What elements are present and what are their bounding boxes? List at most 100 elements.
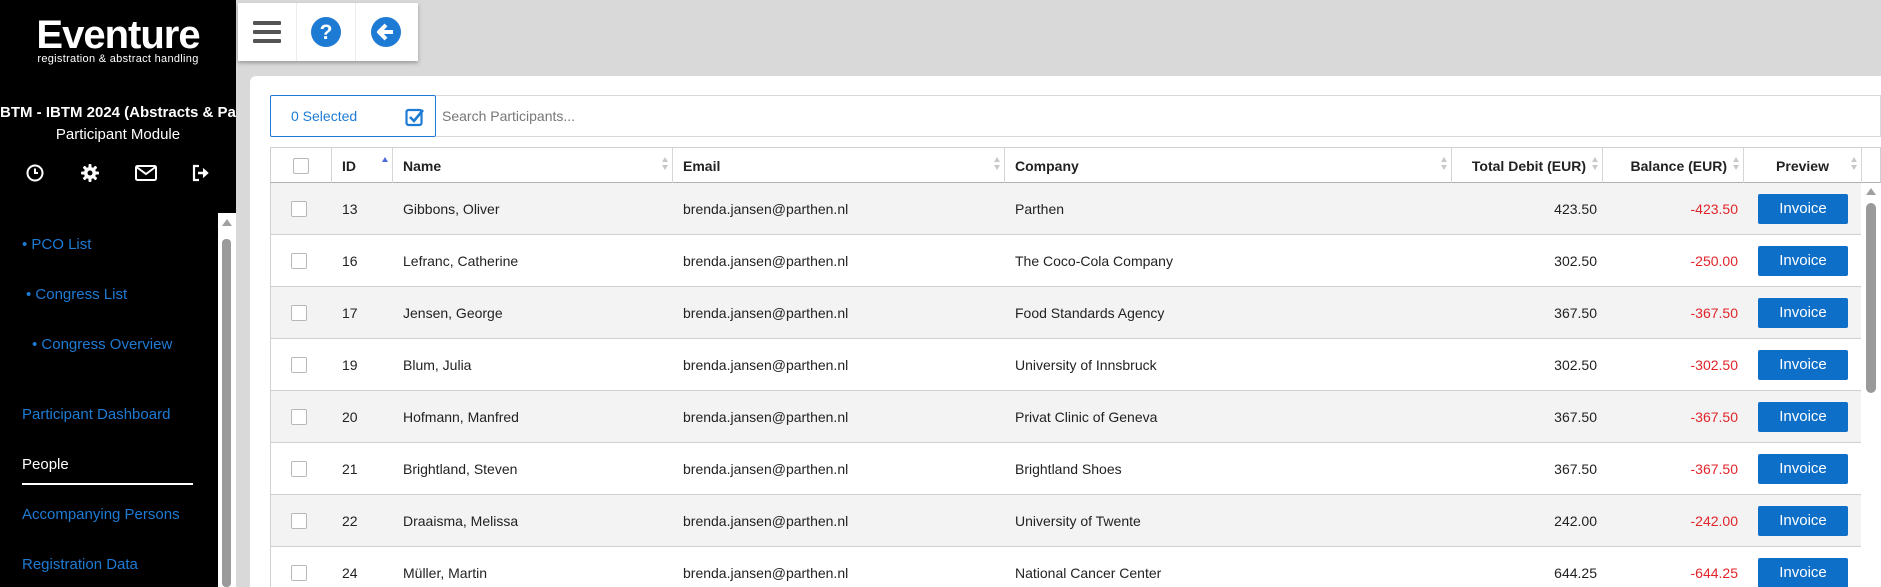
id-cell: 13 bbox=[342, 200, 358, 217]
history-icon[interactable] bbox=[18, 160, 52, 186]
logo-subtitle: registration & abstract handling bbox=[37, 53, 199, 65]
balance-cell: -302.50 bbox=[1690, 356, 1738, 373]
table-scrollbar[interactable] bbox=[1861, 183, 1881, 587]
name-cell: Blum, Julia bbox=[403, 356, 472, 373]
invoice-button[interactable]: Invoice bbox=[1758, 505, 1848, 536]
column-company[interactable]: Company bbox=[1005, 148, 1452, 183]
column-balance-label: Balance (EUR) bbox=[1630, 157, 1727, 174]
debit-cell: 367.50 bbox=[1554, 304, 1597, 321]
email-cell: brenda.jansen@parthen.nl bbox=[683, 564, 849, 581]
preview-cell: Invoice bbox=[1758, 391, 1848, 442]
row-checkbox[interactable] bbox=[291, 408, 307, 425]
row-checkbox[interactable] bbox=[291, 252, 307, 269]
preview-cell: Invoice bbox=[1758, 235, 1848, 286]
column-total-debit[interactable]: Total Debit (EUR) bbox=[1452, 148, 1603, 183]
column-balance[interactable]: Balance (EUR) bbox=[1603, 148, 1744, 183]
invoice-button[interactable]: Invoice bbox=[1758, 193, 1848, 224]
search-input[interactable] bbox=[436, 95, 1881, 137]
email-cell: brenda.jansen@parthen.nl bbox=[683, 200, 849, 217]
table-row[interactable]: 19 Blum, Julia brenda.jansen@parthen.nl … bbox=[270, 339, 1861, 391]
column-name[interactable]: Name bbox=[393, 148, 673, 183]
name-cell: Brightland, Steven bbox=[403, 460, 518, 477]
row-checkbox-cell bbox=[291, 235, 307, 286]
sidebar-item-congress-list[interactable]: • Congress List bbox=[26, 286, 127, 303]
debit-cell: 367.50 bbox=[1554, 460, 1597, 477]
sort-icon bbox=[1441, 157, 1447, 173]
column-email[interactable]: Email bbox=[673, 148, 1005, 183]
table-row[interactable]: 13 Gibbons, Oliver brenda.jansen@parthen… bbox=[270, 183, 1861, 235]
sidebar-icon-bar bbox=[18, 160, 218, 186]
invoice-button[interactable]: Invoice bbox=[1758, 297, 1848, 328]
row-checkbox[interactable] bbox=[291, 356, 307, 373]
row-checkbox[interactable] bbox=[291, 564, 307, 581]
back-button[interactable] bbox=[356, 3, 415, 61]
sidebar-item-congress-overview[interactable]: • Congress Overview bbox=[32, 336, 172, 353]
column-preview[interactable]: Preview bbox=[1744, 148, 1862, 183]
column-id-label: ID bbox=[342, 157, 356, 174]
row-checkbox-cell bbox=[291, 443, 307, 494]
row-checkbox-cell bbox=[291, 495, 307, 546]
name-cell: Draaisma, Melissa bbox=[403, 512, 519, 529]
balance-cell: -367.50 bbox=[1690, 460, 1738, 477]
invoice-button[interactable]: Invoice bbox=[1758, 245, 1848, 276]
preview-cell: Invoice bbox=[1758, 495, 1848, 546]
menu-button[interactable] bbox=[238, 3, 297, 61]
scroll-up-arrow-icon[interactable] bbox=[222, 219, 232, 226]
scrollbar-thumb[interactable] bbox=[1866, 203, 1876, 393]
sidebar-nav: • PCO List • Congress List • Congress Ov… bbox=[0, 210, 218, 587]
select-all-checkbox[interactable] bbox=[293, 157, 309, 174]
toolbar: ? bbox=[238, 3, 418, 61]
debit-cell: 242.00 bbox=[1554, 512, 1597, 529]
name-cell: Lefranc, Catherine bbox=[403, 252, 519, 269]
sidebar-item-participant-dashboard[interactable]: Participant Dashboard bbox=[22, 406, 170, 423]
table-row[interactable]: 24 Müller, Martin brenda.jansen@parthen.… bbox=[270, 547, 1861, 587]
preview-cell: Invoice bbox=[1758, 183, 1848, 234]
mail-icon[interactable] bbox=[129, 160, 163, 186]
row-checkbox-cell bbox=[291, 391, 307, 442]
preview-cell: Invoice bbox=[1758, 547, 1848, 587]
email-cell: brenda.jansen@parthen.nl bbox=[683, 460, 849, 477]
company-cell: Food Standards Agency bbox=[1015, 304, 1165, 321]
column-total-debit-label: Total Debit (EUR) bbox=[1471, 157, 1586, 174]
table-row[interactable]: 21 Brightland, Steven brenda.jansen@part… bbox=[270, 443, 1861, 495]
scrollbar-thumb[interactable] bbox=[222, 239, 231, 587]
sidebar-item-accompanying-persons[interactable]: Accompanying Persons bbox=[22, 506, 180, 523]
help-button[interactable]: ? bbox=[297, 3, 356, 61]
company-cell: Brightland Shoes bbox=[1015, 460, 1122, 477]
selection-toggle[interactable]: 0 Selected bbox=[270, 95, 436, 137]
sort-icon bbox=[1733, 157, 1739, 173]
settings-icon[interactable] bbox=[73, 160, 107, 186]
table-row[interactable]: 16 Lefranc, Catherine brenda.jansen@part… bbox=[270, 235, 1861, 287]
column-id[interactable]: ID bbox=[332, 148, 393, 183]
sidebar-item-people[interactable]: People bbox=[22, 456, 69, 473]
row-checkbox[interactable] bbox=[291, 200, 307, 217]
row-checkbox-cell bbox=[291, 287, 307, 338]
invoice-button[interactable]: Invoice bbox=[1758, 401, 1848, 432]
row-checkbox[interactable] bbox=[291, 512, 307, 529]
row-checkbox[interactable] bbox=[291, 304, 307, 321]
sidebar-item-pco-list[interactable]: • PCO List bbox=[22, 236, 91, 253]
column-preview-label: Preview bbox=[1776, 157, 1829, 174]
sort-icon bbox=[1851, 157, 1857, 173]
table-row[interactable]: 17 Jensen, George brenda.jansen@parthen.… bbox=[270, 287, 1861, 339]
company-cell: Parthen bbox=[1015, 200, 1065, 217]
invoice-button[interactable]: Invoice bbox=[1758, 557, 1848, 587]
table-row[interactable]: 22 Draaisma, Melissa brenda.jansen@parth… bbox=[270, 495, 1861, 547]
invoice-button[interactable]: Invoice bbox=[1758, 453, 1848, 484]
logout-icon[interactable] bbox=[184, 160, 218, 186]
id-cell: 21 bbox=[342, 460, 358, 477]
balance-cell: -644.25 bbox=[1690, 564, 1738, 581]
table-row[interactable]: 20 Hofmann, Manfred brenda.jansen@parthe… bbox=[270, 391, 1861, 443]
event-name: BTM - IBTM 2024 (Abstracts & Par... bbox=[0, 104, 236, 121]
check-square-icon[interactable] bbox=[405, 107, 425, 127]
sidebar-scrollbar[interactable] bbox=[218, 213, 236, 587]
sidebar-item-registration-data[interactable]: Registration Data bbox=[22, 556, 138, 573]
invoice-button[interactable]: Invoice bbox=[1758, 349, 1848, 380]
svg-text:?: ? bbox=[320, 21, 333, 44]
id-cell: 16 bbox=[342, 252, 358, 269]
debit-cell: 302.50 bbox=[1554, 356, 1597, 373]
row-checkbox-cell bbox=[291, 339, 307, 390]
scroll-up-arrow-icon[interactable] bbox=[1866, 188, 1876, 195]
row-checkbox[interactable] bbox=[291, 460, 307, 477]
column-email-label: Email bbox=[683, 157, 721, 174]
